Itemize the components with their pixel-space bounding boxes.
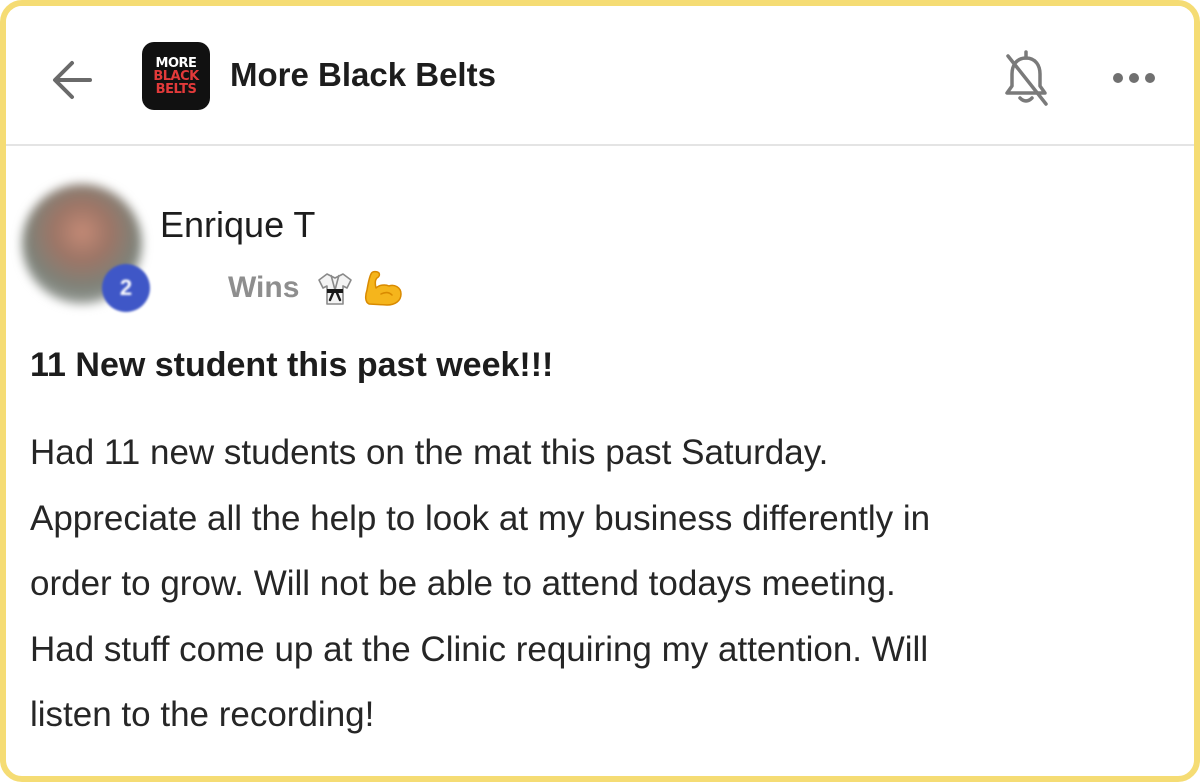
group-title[interactable]: More Black Belts <box>230 56 496 94</box>
bell-off-icon <box>1005 50 1048 106</box>
group-header: MORE BLACK BELTS More Black Belts <box>6 6 1194 146</box>
post-body-line: order to grow. Will not be able to atten… <box>30 564 896 603</box>
logo-text-black: BLACK <box>153 68 199 84</box>
group-logo[interactable]: MORE BLACK BELTS <box>142 42 210 110</box>
post-title: 11 New student this past week!!! <box>30 346 554 384</box>
post-category[interactable]: Wins <box>228 268 405 308</box>
notifications-toggle-button[interactable] <box>998 48 1054 110</box>
level-badge: 2 <box>102 264 150 312</box>
category-label: Wins <box>228 271 300 304</box>
app-frame: MORE BLACK BELTS More Black Belts 2 Enri… <box>0 0 1200 782</box>
flexed-biceps-icon <box>365 270 403 306</box>
logo-text-more: MORE <box>155 55 197 71</box>
arrow-left-icon <box>53 61 92 99</box>
post-body-line: Appreciate all the help to look at my bu… <box>30 498 931 538</box>
logo-text-belts: BELTS <box>155 81 197 97</box>
post-body-line: Had stuff come up at the Clinic requirin… <box>30 629 929 669</box>
more-options-button[interactable] <box>1104 58 1164 98</box>
author-avatar-group: 2 <box>22 184 162 314</box>
post-body: Had 11 new students on the mat this past… <box>30 426 1180 754</box>
author-name[interactable]: Enrique T <box>160 204 315 246</box>
more-horizontal-icon <box>1113 73 1155 83</box>
back-button[interactable] <box>44 54 100 106</box>
martial-arts-uniform-icon <box>318 273 353 305</box>
post-body-line: Had 11 new students on the mat this past… <box>30 433 829 472</box>
post-body-line: listen to the recording! <box>30 695 375 734</box>
